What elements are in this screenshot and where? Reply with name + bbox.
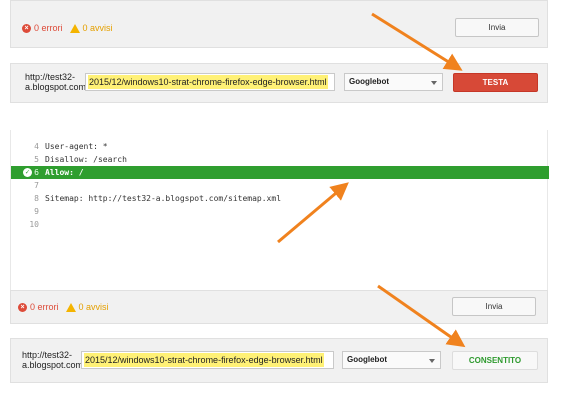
- bottom-user-agent-value: Googlebot: [347, 355, 387, 364]
- top-url-value: 2015/12/windows10-strat-chrome-firefox-e…: [88, 75, 328, 89]
- line-text: Sitemap: http://test32-a.blogspot.com/si…: [45, 194, 282, 203]
- code-line: 5 Disallow: /search: [11, 153, 549, 166]
- line-text: Allow: /: [45, 168, 84, 177]
- chevron-down-icon: [429, 359, 435, 363]
- top-errors-count: 0 errori: [34, 23, 63, 33]
- bottom-errors-count: 0 errori: [30, 302, 59, 312]
- allowed-line-highlight: ✓ 6 Allow: /: [11, 166, 549, 179]
- allowed-result-badge: CONSENTITO: [452, 351, 538, 370]
- top-submit-button[interactable]: Invia: [455, 18, 539, 37]
- line-number: 4: [34, 142, 39, 151]
- line-number: 8: [34, 194, 39, 203]
- warning-icon: [69, 23, 80, 33]
- error-icon: ×: [18, 302, 27, 312]
- code-line: 9: [11, 205, 549, 218]
- line-number: 5: [34, 155, 39, 164]
- line-number: 7: [34, 181, 39, 190]
- top-url-prefix: http://test32- a.blogspot.com/: [25, 72, 89, 92]
- warning-icon: [65, 302, 76, 312]
- top-user-agent-select[interactable]: Googlebot: [344, 73, 443, 91]
- top-warnings-count: 0 avvisi: [82, 23, 113, 33]
- code-line: 4 User-agent: *: [11, 140, 549, 153]
- code-line: 7: [11, 179, 549, 192]
- line-number: 10: [29, 220, 39, 229]
- line-number: 6: [34, 168, 39, 177]
- line-text: Disallow: /search: [45, 155, 127, 164]
- line-number: 9: [34, 207, 39, 216]
- robots-txt-editor[interactable]: 4 User-agent: * 5 Disallow: /search ✓ 6 …: [10, 130, 549, 290]
- bottom-submit-button[interactable]: Invia: [452, 297, 536, 316]
- code-line: 10: [11, 218, 549, 231]
- bottom-url-prefix: http://test32- a.blogspot.com/: [22, 350, 86, 370]
- bottom-url-value: 2015/12/windows10-strat-chrome-firefox-e…: [84, 353, 324, 367]
- bottom-user-agent-select[interactable]: Googlebot: [342, 351, 441, 369]
- top-url-input[interactable]: 2015/12/windows10-strat-chrome-firefox-e…: [85, 73, 335, 91]
- code-line: 8 Sitemap: http://test32-a.blogspot.com/…: [11, 192, 549, 205]
- bottom-warnings-count: 0 avvisi: [78, 302, 109, 312]
- bottom-status-summary: × 0 errori 0 avvisi: [18, 302, 109, 312]
- top-user-agent-value: Googlebot: [349, 77, 389, 86]
- line-text: User-agent: *: [45, 142, 108, 151]
- bottom-url-input[interactable]: 2015/12/windows10-strat-chrome-firefox-e…: [81, 351, 334, 369]
- test-button[interactable]: TESTA: [453, 73, 538, 92]
- error-icon: ×: [22, 23, 31, 33]
- chevron-down-icon: [431, 81, 437, 85]
- top-status-summary: × 0 errori 0 avvisi: [22, 23, 113, 33]
